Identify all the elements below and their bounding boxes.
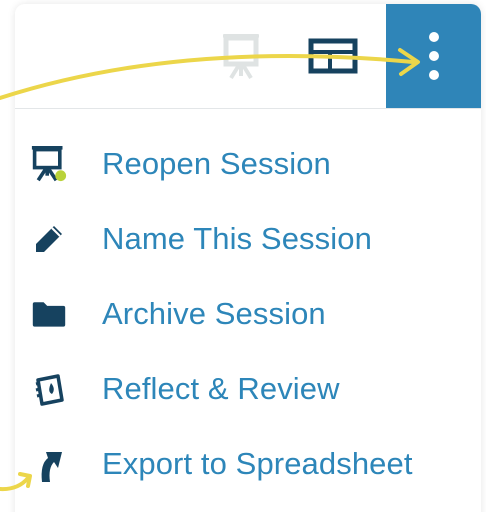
present-button[interactable]	[205, 4, 277, 108]
folder-icon	[31, 294, 67, 334]
session-toolbar	[15, 4, 481, 109]
menu-item-export-spreadsheet[interactable]: Export to Spreadsheet	[15, 434, 481, 494]
menu-item-label: Reopen Session	[102, 146, 331, 181]
pencil-icon	[31, 219, 67, 259]
menu-item-label: Name This Session	[102, 221, 372, 256]
more-options-button[interactable]	[386, 4, 481, 108]
layout-panels-icon	[308, 38, 358, 74]
menu-item-reflect-review[interactable]: Reflect & Review	[15, 359, 481, 419]
menu-item-label: Export to Spreadsheet	[102, 446, 413, 481]
session-menu-panel: Reopen Session Name This Session Archive…	[15, 4, 481, 512]
menu-item-name-session[interactable]: Name This Session	[15, 209, 481, 269]
reopen-easel-icon	[31, 144, 67, 184]
menu-item-reopen-session[interactable]: Reopen Session	[15, 134, 481, 194]
layout-button[interactable]	[297, 4, 369, 108]
menu-item-archive-session[interactable]: Archive Session	[15, 284, 481, 344]
presentation-easel-icon	[223, 34, 259, 80]
export-arrow-icon	[31, 444, 67, 484]
screenshot-stage: Reopen Session Name This Session Archive…	[0, 0, 486, 512]
vertical-dots-icon	[428, 32, 439, 80]
menu-item-label: Reflect & Review	[102, 371, 340, 406]
menu-item-label: Archive Session	[102, 296, 326, 331]
reflect-review-icon	[31, 369, 67, 409]
